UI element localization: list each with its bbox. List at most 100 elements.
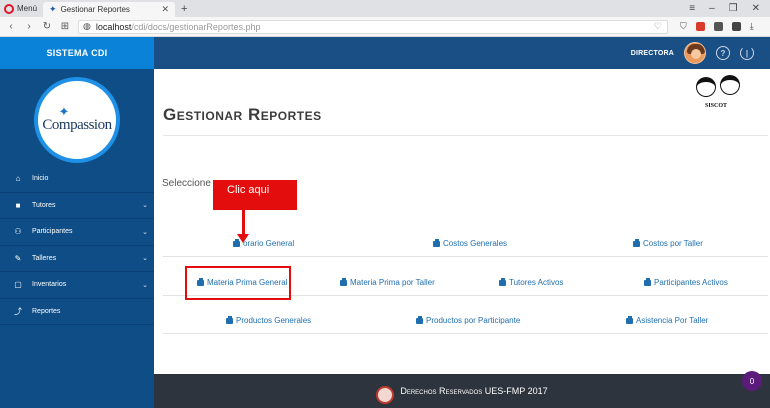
report-link-participantes-activos[interactable]: Participantes Activos <box>644 277 728 287</box>
chevron-down-icon: ⌄ <box>142 202 148 210</box>
sidebar-item-label: Participantes <box>32 228 73 236</box>
sidebar-menu: ⌂ Inicio ■ Tutores ⌄ ⚇ Participantes ⌄ ✎… <box>0 166 154 325</box>
reload-icon[interactable]: ↻ <box>40 21 54 32</box>
back-icon[interactable]: ‹ <box>4 21 18 32</box>
footer: Derechos Reservados UES-FMP 2017 <box>154 374 770 408</box>
logo-text: Compassion <box>42 116 112 133</box>
power-icon[interactable]: | <box>740 46 754 60</box>
sidebar-item-label: Inicio <box>32 175 49 183</box>
wrench-icon: ✎ <box>14 253 22 263</box>
print-icon <box>340 277 347 286</box>
browser-tab-active[interactable]: ✦ Gestionar Reportes ✕ <box>43 2 176 17</box>
minimize-icon[interactable]: ‒ <box>709 3 715 14</box>
print-icon <box>226 315 233 324</box>
print-icon <box>499 277 506 286</box>
bookmark-heart-icon[interactable]: ♡ <box>654 21 662 32</box>
download-icon[interactable]: ⤓ <box>750 21 754 32</box>
click-here-callout: Clic aqui <box>213 180 297 210</box>
siscot-logo: SISCOT <box>692 73 748 113</box>
sidebar-item-label: Talleres <box>32 254 57 262</box>
sidebar: ✦ Compassion ⌂ Inicio ■ Tutores ⌄ ⚇ Part… <box>0 69 154 408</box>
print-icon <box>433 238 440 247</box>
app-top-bar: DIRECTORA ? | <box>154 37 770 69</box>
sidebar-item-participantes[interactable]: ⚇ Participantes ⌄ <box>0 219 154 246</box>
report-link-label: Materia Prima por Taller <box>350 278 435 287</box>
shield-icon[interactable]: ⛉ <box>680 21 687 32</box>
page-title: Gestionar Reportes <box>163 105 322 124</box>
sidebar-panel-icon[interactable] <box>731 22 741 31</box>
title-divider <box>163 135 768 136</box>
report-link-label: Asistencia Por Taller <box>636 316 709 325</box>
url-path: /cdi/docs/gestionarReportes.php <box>131 21 261 32</box>
report-link-label: Productos Generales <box>236 316 312 325</box>
close-window-icon[interactable]: ✕ <box>752 3 760 14</box>
print-icon <box>633 238 640 247</box>
print-icon <box>626 315 633 324</box>
report-link-costos-por-taller[interactable]: Costos por Taller <box>633 238 703 248</box>
restore-icon[interactable]: ❐ <box>729 3 738 14</box>
help-icon[interactable]: ? <box>716 46 730 60</box>
url-field[interactable]: ◍ localhost /cdi/docs/gestionarReportes.… <box>78 19 668 34</box>
chevron-down-icon: ⌄ <box>142 281 148 289</box>
callout-arrow <box>242 210 245 236</box>
extension-icons: ⛉ ⤓ <box>680 21 754 32</box>
wallet-icon[interactable] <box>695 22 705 31</box>
footer-text: Derechos Reservados UES-FMP 2017 <box>400 386 548 396</box>
clipboard-icon: ▢ <box>14 280 22 290</box>
print-icon <box>644 277 651 286</box>
app-brand-title[interactable]: SISTEMA CDI <box>0 37 154 69</box>
chevron-down-icon: ⌄ <box>142 228 148 236</box>
report-link-productos-generales[interactable]: Productos Generales <box>226 315 312 325</box>
tab-grid-icon[interactable]: ⊞ <box>58 21 72 32</box>
report-link-tutores-activos[interactable]: Tutores Activos <box>499 277 564 287</box>
highlight-box <box>185 266 291 300</box>
print-icon <box>416 315 423 324</box>
sidebar-item-inventarios[interactable]: ▢ Inventarios ⌄ <box>0 272 154 299</box>
sidebar-item-label: Tutores <box>32 201 56 209</box>
report-link-productos-por-participante[interactable]: Productos por Participante <box>416 315 521 325</box>
browser-tab-title: Gestionar Reportes <box>60 5 130 14</box>
chart-line-icon: ⤴ <box>14 306 22 316</box>
opera-logo-icon <box>4 3 14 14</box>
runner-logo-icon: ✦ <box>58 103 70 119</box>
sidebar-item-tutores[interactable]: ■ Tutores ⌄ <box>0 193 154 219</box>
sidebar-item-inicio[interactable]: ⌂ Inicio <box>0 166 154 193</box>
extension-icon[interactable] <box>713 22 723 31</box>
report-link-label: Tutores Activos <box>509 278 564 287</box>
notification-badge[interactable]: 0 <box>742 371 762 391</box>
user-role-label: DIRECTORA <box>630 49 674 57</box>
report-row: orario General Costos Generales Costos p… <box>163 231 768 257</box>
runner-favicon-icon: ✦ <box>49 4 57 14</box>
window-controls: ≡ ‒ ❐ ✕ <box>689 3 770 14</box>
sidebar-item-talleres[interactable]: ✎ Talleres ⌄ <box>0 246 154 272</box>
url-host: localhost <box>95 21 132 32</box>
ues-seal-icon <box>376 386 395 404</box>
siscot-label: SISCOT <box>705 103 728 109</box>
face-right-icon <box>720 75 740 95</box>
browser-menu-button[interactable]: Menú <box>0 0 43 17</box>
main-content: SISCOT Gestionar Reportes Seleccione un … <box>154 69 770 374</box>
browser-menu-label: Menú <box>17 4 38 13</box>
report-link-label: Costos Generales <box>443 239 508 248</box>
callout-arrow-head-icon <box>237 234 249 243</box>
sidebar-item-label: Inventarios <box>32 281 67 289</box>
report-link-costos-generales[interactable]: Costos Generales <box>433 238 508 248</box>
report-link-label: Productos por Participante <box>426 316 521 325</box>
tab-list-icon[interactable]: ≡ <box>689 3 695 14</box>
new-tab-button[interactable]: + <box>175 3 193 15</box>
report-row: Productos Generales Productos por Partic… <box>163 308 768 334</box>
close-tab-icon[interactable]: ✕ <box>161 4 169 15</box>
home-icon: ⌂ <box>15 174 21 184</box>
report-link-asistencia-por-taller[interactable]: Asistencia Por Taller <box>626 315 709 325</box>
chevron-down-icon: ⌄ <box>142 255 148 263</box>
site-info-icon[interactable]: ◍ <box>83 21 91 32</box>
browser-tab-bar: Menú ✦ Gestionar Reportes ✕ + ≡ ‒ ❐ ✕ <box>0 0 770 17</box>
user-avatar[interactable] <box>684 42 706 64</box>
forward-icon[interactable]: › <box>22 21 36 32</box>
briefcase-icon: ■ <box>15 200 21 210</box>
sidebar-item-reportes[interactable]: ⤴ Reportes <box>0 299 154 325</box>
face-left-icon <box>696 77 716 97</box>
compassion-logo: ✦ Compassion <box>34 77 120 163</box>
people-icon: ⚇ <box>14 227 22 237</box>
report-link-materia-prima-por-taller[interactable]: Materia Prima por Taller <box>340 277 435 287</box>
